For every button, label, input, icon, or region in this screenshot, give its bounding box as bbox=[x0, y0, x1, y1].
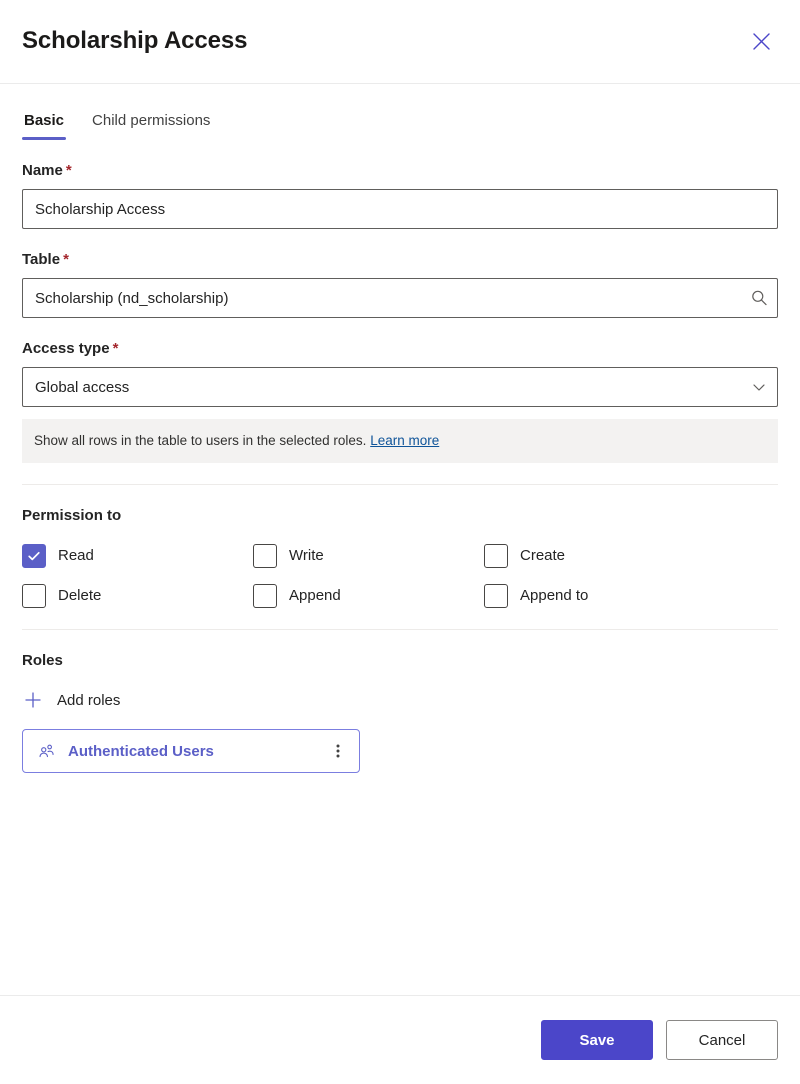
checkbox-read[interactable] bbox=[22, 544, 46, 569]
panel-header: Scholarship Access bbox=[0, 0, 800, 84]
tab-basic[interactable]: Basic bbox=[22, 112, 67, 140]
role-chip-label: Authenticated Users bbox=[68, 742, 214, 760]
access-type-required-asterisk: * bbox=[112, 340, 119, 357]
more-vertical-icon[interactable] bbox=[327, 737, 349, 765]
close-icon bbox=[752, 32, 771, 51]
access-type-label: Access type * bbox=[22, 340, 778, 358]
scholarship-access-panel: Scholarship Access Basic Child permissio… bbox=[0, 0, 800, 1084]
permissions-grid: Read Write Create Delete Append Append t… bbox=[22, 544, 778, 609]
checkbox-append-to[interactable] bbox=[484, 584, 508, 609]
name-input-wrap[interactable] bbox=[22, 189, 778, 229]
page-title: Scholarship Access bbox=[22, 27, 248, 55]
people-icon bbox=[37, 742, 56, 761]
name-input[interactable] bbox=[23, 190, 777, 228]
divider-above-permissions bbox=[22, 484, 778, 486]
permission-item-create[interactable]: Create bbox=[484, 544, 715, 569]
permission-label-delete: Delete bbox=[58, 587, 102, 605]
name-label-text: Name bbox=[22, 162, 63, 179]
chevron-down-icon[interactable] bbox=[741, 368, 777, 406]
permission-label-append: Append bbox=[289, 587, 341, 605]
checkbox-create[interactable] bbox=[484, 544, 508, 569]
panel-footer: Save Cancel bbox=[0, 995, 800, 1084]
permission-item-append-to[interactable]: Append to bbox=[484, 584, 715, 609]
permission-label-create: Create bbox=[520, 547, 566, 565]
table-label-text: Table bbox=[22, 251, 61, 268]
permission-label-write: Write bbox=[289, 547, 324, 565]
permission-item-append[interactable]: Append bbox=[253, 584, 484, 609]
table-field-group: Table * bbox=[22, 251, 778, 318]
close-button[interactable] bbox=[744, 25, 778, 59]
access-type-hint: Show all rows in the table to users in t… bbox=[22, 419, 778, 464]
permission-item-delete[interactable]: Delete bbox=[22, 584, 253, 609]
plus-icon bbox=[22, 689, 44, 711]
table-label: Table * bbox=[22, 251, 778, 269]
permission-item-read[interactable]: Read bbox=[22, 544, 253, 569]
name-label: Name * bbox=[22, 162, 778, 180]
access-type-hint-text: Show all rows in the table to users in t… bbox=[34, 433, 367, 448]
tab-list: Basic Child permissions bbox=[0, 84, 800, 140]
access-type-field-group: Access type * Global access Show all rows… bbox=[22, 340, 778, 464]
access-type-select[interactable]: Global access bbox=[22, 367, 778, 407]
name-field-group: Name * bbox=[22, 162, 778, 229]
checkbox-write[interactable] bbox=[253, 544, 277, 569]
name-required-asterisk: * bbox=[65, 162, 72, 179]
add-roles-button[interactable]: Add roles bbox=[22, 689, 120, 711]
panel-body: Name* Table* bbox=[0, 140, 800, 995]
search-icon[interactable] bbox=[741, 279, 777, 317]
checkbox-delete[interactable] bbox=[22, 584, 46, 609]
permissions-title: Permission to bbox=[22, 507, 122, 525]
table-input[interactable] bbox=[23, 279, 741, 317]
permission-label-append-to: Append to bbox=[520, 587, 589, 605]
tab-child-permissions[interactable]: Child permissions bbox=[90, 112, 212, 140]
save-button[interactable]: Save bbox=[541, 1020, 653, 1060]
permission-label-read: Read bbox=[58, 547, 94, 565]
checkbox-append[interactable] bbox=[253, 584, 277, 609]
add-roles-label: Add roles bbox=[57, 691, 121, 709]
access-type-selected-value: Global access bbox=[35, 378, 130, 396]
divider-above-roles bbox=[22, 629, 778, 631]
access-type-label-text: Access type bbox=[22, 340, 110, 357]
role-chip-authenticated-users[interactable]: Authenticated Users bbox=[22, 729, 360, 774]
learn-more-link[interactable]: Learn more bbox=[370, 433, 439, 448]
cancel-button[interactable]: Cancel bbox=[666, 1020, 778, 1060]
permission-item-write[interactable]: Write bbox=[253, 544, 484, 569]
table-input-wrap[interactable] bbox=[22, 278, 778, 318]
roles-title: Roles bbox=[22, 652, 63, 670]
table-required-asterisk: * bbox=[63, 251, 69, 268]
